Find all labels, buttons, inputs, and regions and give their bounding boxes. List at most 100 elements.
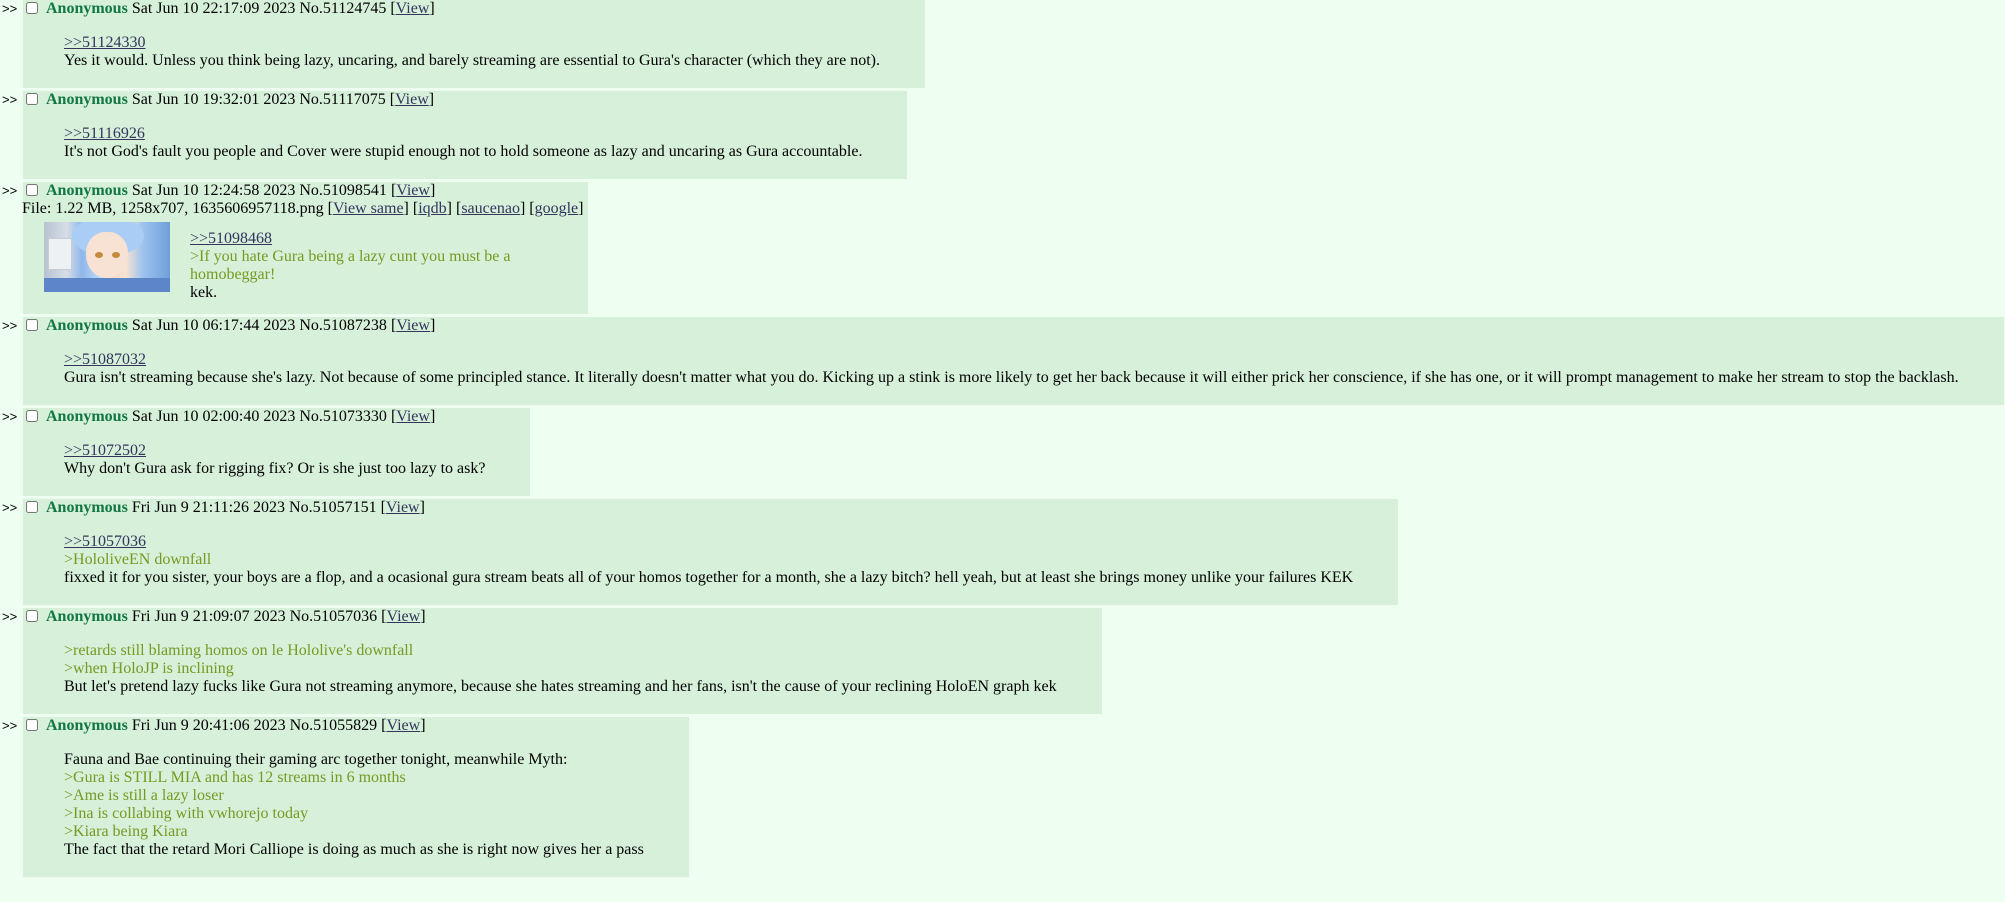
reply-post: Anonymous Sat Jun 10 06:17:44 2023 No.51… xyxy=(23,317,2004,405)
message-text: kek. xyxy=(190,284,218,301)
quote-link[interactable]: >>51124330 xyxy=(64,34,880,52)
post-number[interactable]: No.51057151 xyxy=(289,499,377,516)
reply-post: Anonymous Sat Jun 10 12:24:58 2023 No.51… xyxy=(22,182,589,314)
post-select-checkbox[interactable] xyxy=(26,93,38,105)
message-text: It's not God's fault you people and Cove… xyxy=(64,143,863,160)
poster-name: Anonymous xyxy=(46,91,128,108)
quote-link[interactable]: >>51087032 xyxy=(64,351,1959,369)
message-text: Yes it would. Unless you think being laz… xyxy=(64,52,880,69)
reply-post: Anonymous Sat Jun 10 19:32:01 2023 No.51… xyxy=(23,91,908,179)
view-link[interactable]: View xyxy=(386,499,420,516)
message-text: Fauna and Bae continuing their gaming ar… xyxy=(64,751,568,768)
post-info: Anonymous Fri Jun 9 20:41:06 2023 No.510… xyxy=(24,717,684,735)
post-number[interactable]: No.51087238 xyxy=(299,317,387,334)
image-thumbnail[interactable] xyxy=(44,222,170,292)
post-info: Anonymous Sat Jun 10 02:00:40 2023 No.51… xyxy=(24,408,525,426)
view-link[interactable]: View xyxy=(395,91,429,108)
poster-name: Anonymous xyxy=(46,317,128,334)
post-date: Sat Jun 10 19:32:01 2023 xyxy=(131,91,296,108)
iqdb-link[interactable]: iqdb xyxy=(418,200,446,217)
post-message: >>51072502 Why don't Gura ask for riggin… xyxy=(64,442,485,478)
reply-post: Anonymous Sat Jun 10 22:17:09 2023 No.51… xyxy=(23,0,925,88)
greentext: >If you hate Gura being a lazy cunt you … xyxy=(190,248,511,265)
post-container: >> Anonymous Sat Jun 10 06:17:44 2023 No… xyxy=(0,317,2005,405)
post-message: >>51124330 Yes it would. Unless you thin… xyxy=(64,34,880,70)
post-info: Anonymous Sat Jun 10 22:17:09 2023 No.51… xyxy=(24,0,920,18)
post-select-checkbox[interactable] xyxy=(26,719,38,731)
view-link[interactable]: View xyxy=(396,408,430,425)
post-date: Sat Jun 10 12:24:58 2023 xyxy=(131,182,296,199)
post-number[interactable]: No.51057036 xyxy=(290,608,378,625)
side-arrows: >> xyxy=(2,318,18,333)
poster-name: Anonymous xyxy=(46,408,128,425)
poster-name: Anonymous xyxy=(46,717,128,734)
post-info: Anonymous Sat Jun 10 12:24:58 2023 No.51… xyxy=(24,182,583,200)
file-details: File: 1.22 MB, 1258x707, 1635606957118.p… xyxy=(22,200,324,217)
greentext: >Ame is still a lazy loser xyxy=(64,787,224,804)
post-number[interactable]: No.51098541 xyxy=(299,182,387,199)
reply-post: Anonymous Fri Jun 9 21:11:26 2023 No.510… xyxy=(23,499,1399,605)
reply-post: Anonymous Sat Jun 10 02:00:40 2023 No.51… xyxy=(23,408,531,496)
poster-name: Anonymous xyxy=(46,608,128,625)
poster-name: Anonymous xyxy=(46,499,128,516)
post-message: >>51116926 It's not God's fault you peop… xyxy=(64,125,862,161)
google-link[interactable]: google xyxy=(535,200,579,217)
reply-post: Anonymous Fri Jun 9 20:41:06 2023 No.510… xyxy=(23,717,689,877)
post-number[interactable]: No.51117075 xyxy=(299,91,385,108)
greentext: >Gura is STILL MIA and has 12 streams in… xyxy=(64,769,406,786)
post-container: >> Anonymous Sat Jun 10 12:24:58 2023 No… xyxy=(0,182,2005,314)
greentext: >when HoloJP is inclining xyxy=(64,660,234,677)
message-text: fixxed it for you sister, your boys are … xyxy=(64,569,1354,586)
post-number[interactable]: No.51055829 xyxy=(290,717,378,734)
view-same-link[interactable]: View same xyxy=(333,200,404,217)
message-text: Gura isn't streaming because she's lazy.… xyxy=(64,369,1959,386)
side-arrows: >> xyxy=(2,609,18,624)
post-select-checkbox[interactable] xyxy=(26,184,38,196)
post-container: >> Anonymous Fri Jun 9 21:11:26 2023 No.… xyxy=(0,499,2005,605)
post-container: >> Anonymous Sat Jun 10 02:00:40 2023 No… xyxy=(0,408,2005,496)
post-date: Sat Jun 10 06:17:44 2023 xyxy=(131,317,296,334)
post-select-checkbox[interactable] xyxy=(26,610,38,622)
quote-link[interactable]: >>51116926 xyxy=(64,125,862,143)
post-message: >>51087032 Gura isn't streaming because … xyxy=(64,351,1959,387)
view-link[interactable]: View xyxy=(396,317,430,334)
post-select-checkbox[interactable] xyxy=(26,501,38,513)
saucenao-link[interactable]: saucenao xyxy=(461,200,520,217)
post-message: Fauna and Bae continuing their gaming ar… xyxy=(64,751,644,859)
greentext: >Kiara being Kiara xyxy=(64,823,188,840)
post-select-checkbox[interactable] xyxy=(26,2,38,14)
view-link[interactable]: View xyxy=(396,182,430,199)
side-arrows: >> xyxy=(2,183,18,198)
side-arrows: >> xyxy=(2,409,18,424)
quote-link[interactable]: >>51057036 xyxy=(64,533,1353,551)
greentext: >retards still blaming homos on le Holol… xyxy=(64,642,414,659)
post-date: Fri Jun 9 21:11:26 2023 xyxy=(131,499,286,516)
quote-link[interactable]: >>51072502 xyxy=(64,442,485,460)
poster-name: Anonymous xyxy=(46,0,128,17)
post-info: Anonymous Fri Jun 9 21:11:26 2023 No.510… xyxy=(24,499,1393,517)
post-select-checkbox[interactable] xyxy=(26,319,38,331)
side-arrows: >> xyxy=(2,718,18,733)
post-container: >> Anonymous Fri Jun 9 21:09:07 2023 No.… xyxy=(0,608,2005,714)
greentext: homobeggar! xyxy=(190,266,276,283)
post-container: >> Anonymous Sat Jun 10 19:32:01 2023 No… xyxy=(0,91,2005,179)
view-link[interactable]: View xyxy=(387,608,421,625)
quote-link[interactable]: >>51098468 xyxy=(190,230,510,248)
post-date: Fri Jun 9 21:09:07 2023 xyxy=(131,608,286,625)
post-date: Sat Jun 10 22:17:09 2023 xyxy=(131,0,296,17)
message-text: Why don't Gura ask for rigging fix? Or i… xyxy=(64,460,486,477)
post-message: >>51057036 >HololiveEN downfall fixxed i… xyxy=(64,533,1353,587)
post-message: >retards still blaming homos on le Holol… xyxy=(64,642,1057,696)
post-info: Anonymous Sat Jun 10 06:17:44 2023 No.51… xyxy=(24,317,1999,335)
post-select-checkbox[interactable] xyxy=(26,410,38,422)
view-link[interactable]: View xyxy=(387,717,421,734)
post-container: >> Anonymous Sat Jun 10 22:17:09 2023 No… xyxy=(0,0,2005,88)
post-number[interactable]: No.51124745 xyxy=(299,0,386,17)
post-number[interactable]: No.51073330 xyxy=(299,408,387,425)
side-arrows: >> xyxy=(2,92,18,107)
greentext: >HololiveEN downfall xyxy=(64,551,212,568)
post-container: >> Anonymous Fri Jun 9 20:41:06 2023 No.… xyxy=(0,717,2005,877)
view-link[interactable]: View xyxy=(396,0,430,17)
greentext: >Ina is collabing with vwhorejo today xyxy=(64,805,309,822)
post-date: Fri Jun 9 20:41:06 2023 xyxy=(131,717,286,734)
